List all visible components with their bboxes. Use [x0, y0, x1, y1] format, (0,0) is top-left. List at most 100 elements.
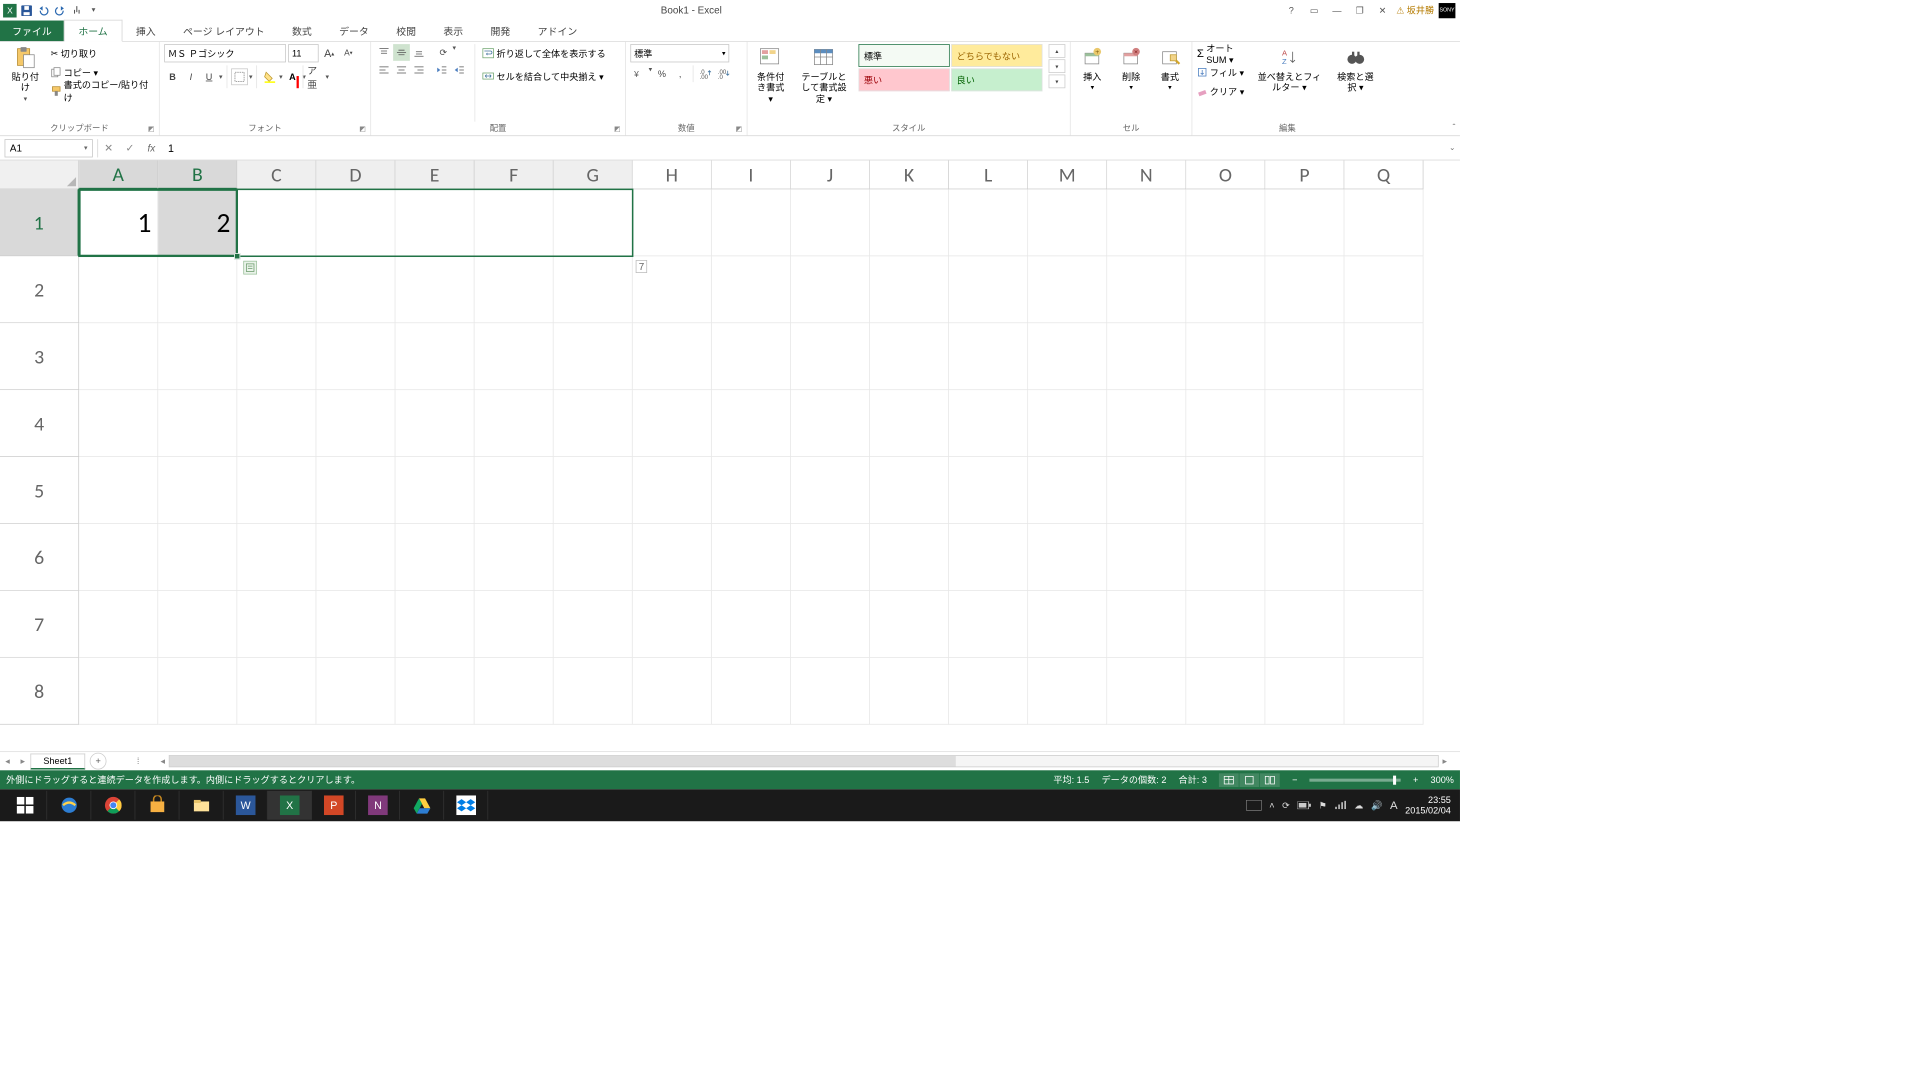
col-header-N[interactable]: N: [1107, 160, 1186, 189]
undo-icon[interactable]: [36, 3, 50, 17]
cell[interactable]: [1186, 256, 1265, 323]
cell[interactable]: [791, 658, 870, 725]
tray-sync-icon[interactable]: ⟳: [1282, 800, 1290, 811]
insert-cells-button[interactable]: +挿入▾: [1077, 44, 1107, 94]
styles-more-icon[interactable]: ▾: [1049, 75, 1066, 89]
name-box[interactable]: A1▾: [5, 139, 93, 157]
tab-view[interactable]: 表示: [430, 21, 477, 42]
increase-decimal-icon[interactable]: .0.00: [697, 65, 714, 82]
font-name-combo[interactable]: [164, 44, 286, 62]
col-header-K[interactable]: K: [870, 160, 949, 189]
align-middle-icon[interactable]: [393, 44, 410, 61]
zoom-out-icon[interactable]: −: [1292, 774, 1297, 785]
decrease-decimal-icon[interactable]: .00.0: [715, 65, 732, 82]
format-painter-button[interactable]: 書式のコピー/貼り付け: [51, 82, 155, 100]
cell[interactable]: [237, 658, 316, 725]
cell[interactable]: [237, 524, 316, 591]
cell[interactable]: [949, 524, 1028, 591]
underline-button[interactable]: U: [201, 68, 218, 85]
cell[interactable]: [1265, 524, 1344, 591]
cell[interactable]: [1107, 390, 1186, 457]
align-top-icon[interactable]: [376, 44, 393, 61]
cell[interactable]: [474, 189, 553, 256]
ribbon-display-icon[interactable]: ▭: [1305, 3, 1323, 17]
percent-button[interactable]: %: [654, 65, 671, 82]
tray-keyboard-icon[interactable]: [1246, 800, 1261, 811]
cell[interactable]: [949, 256, 1028, 323]
align-center-icon[interactable]: [393, 62, 410, 79]
cell[interactable]: [237, 323, 316, 390]
taskbar-excel[interactable]: X: [268, 791, 312, 820]
cell[interactable]: [158, 256, 237, 323]
cell[interactable]: [712, 658, 791, 725]
cell[interactable]: [1107, 323, 1186, 390]
save-icon[interactable]: [20, 3, 34, 17]
cell[interactable]: [870, 658, 949, 725]
cell[interactable]: [554, 256, 633, 323]
cell[interactable]: [395, 189, 474, 256]
cell[interactable]: [712, 591, 791, 658]
page-break-view-icon[interactable]: [1260, 773, 1280, 787]
cell[interactable]: [1186, 591, 1265, 658]
col-header-B[interactable]: B: [158, 160, 237, 189]
col-header-P[interactable]: P: [1265, 160, 1344, 189]
tab-split-handle[interactable]: ⁞: [137, 756, 148, 767]
cell[interactable]: [1028, 524, 1107, 591]
accounting-button[interactable]: ¥: [630, 65, 647, 82]
cell[interactable]: [1344, 390, 1423, 457]
cell[interactable]: 2: [158, 189, 237, 256]
quick-analysis-icon[interactable]: [243, 261, 257, 275]
cell[interactable]: [949, 457, 1028, 524]
cell[interactable]: [316, 390, 395, 457]
cell[interactable]: [1186, 189, 1265, 256]
cell[interactable]: [712, 390, 791, 457]
number-format-combo[interactable]: 標準▾: [630, 44, 729, 62]
select-all-corner[interactable]: [0, 160, 79, 189]
start-button[interactable]: [3, 791, 47, 820]
cell[interactable]: [870, 323, 949, 390]
col-header-F[interactable]: F: [474, 160, 553, 189]
row-header-4[interactable]: 4: [0, 390, 79, 457]
grow-font-icon[interactable]: A▴: [321, 45, 338, 62]
tab-developer[interactable]: 開発: [477, 21, 524, 42]
borders-button[interactable]: [231, 68, 248, 85]
close-icon[interactable]: ✕: [1373, 3, 1391, 17]
normal-view-icon[interactable]: [1219, 773, 1239, 787]
cell[interactable]: [79, 323, 158, 390]
cell[interactable]: [79, 457, 158, 524]
find-select-button[interactable]: 検索と選択 ▾: [1333, 44, 1378, 95]
row-header-2[interactable]: 2: [0, 256, 79, 323]
cell[interactable]: [1028, 189, 1107, 256]
cell[interactable]: [791, 524, 870, 591]
fx-icon[interactable]: fx: [141, 139, 162, 157]
tray-ime-icon[interactable]: A: [1390, 799, 1398, 812]
tray-chevron-icon[interactable]: ˄: [1269, 800, 1274, 811]
cell[interactable]: [1107, 524, 1186, 591]
tab-layout[interactable]: ページ レイアウト: [169, 21, 278, 42]
align-right-icon[interactable]: [411, 62, 428, 79]
cell[interactable]: [79, 524, 158, 591]
taskbar-explorer[interactable]: [179, 791, 223, 820]
col-header-E[interactable]: E: [395, 160, 474, 189]
tray-volume-icon[interactable]: 🔊: [1371, 800, 1382, 811]
cell[interactable]: [1186, 323, 1265, 390]
cell[interactable]: [79, 390, 158, 457]
cell[interactable]: [1107, 591, 1186, 658]
cell[interactable]: [395, 323, 474, 390]
expand-formula-bar-icon[interactable]: ⌄: [1445, 144, 1460, 152]
col-header-A[interactable]: A: [79, 160, 158, 189]
qat-more-icon[interactable]: ▾: [87, 3, 101, 17]
sheet-nav-prev-icon[interactable]: ◂: [5, 756, 10, 767]
cell[interactable]: [316, 524, 395, 591]
cell[interactable]: [316, 591, 395, 658]
minimize-icon[interactable]: —: [1328, 3, 1346, 17]
cell[interactable]: [1028, 591, 1107, 658]
sheet-nav-next-icon[interactable]: ▸: [21, 756, 26, 767]
cell[interactable]: [1028, 390, 1107, 457]
cell[interactable]: [1265, 323, 1344, 390]
col-header-C[interactable]: C: [237, 160, 316, 189]
bold-button[interactable]: B: [164, 68, 181, 85]
cell[interactable]: [633, 390, 712, 457]
cell[interactable]: [474, 323, 553, 390]
number-launcher-icon[interactable]: ◩: [736, 125, 742, 133]
